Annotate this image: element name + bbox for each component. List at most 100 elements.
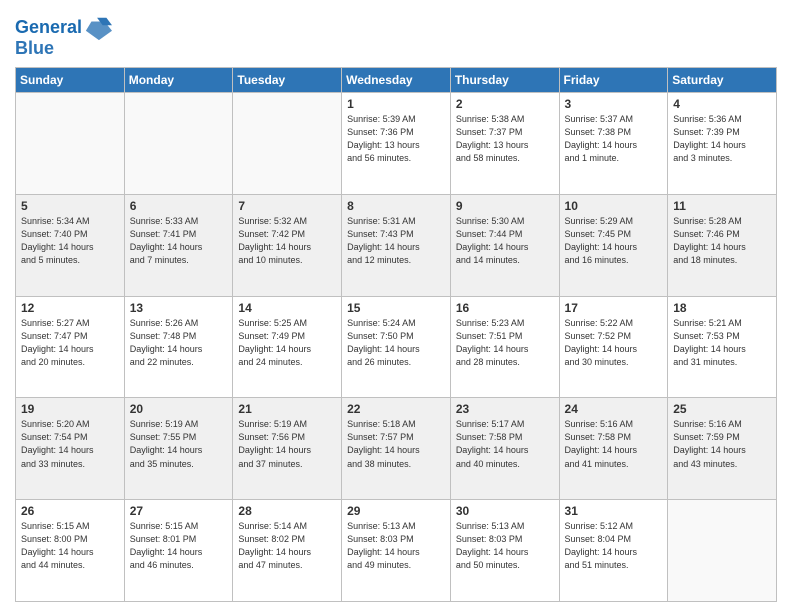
logo-icon: [84, 14, 112, 42]
day-info: Sunrise: 5:23 AM Sunset: 7:51 PM Dayligh…: [456, 317, 554, 369]
calendar-day-header: Wednesday: [342, 68, 451, 93]
calendar: SundayMondayTuesdayWednesdayThursdayFrid…: [15, 67, 777, 602]
day-number: 31: [565, 504, 663, 518]
calendar-day-header: Thursday: [450, 68, 559, 93]
day-number: 14: [238, 301, 336, 315]
day-info: Sunrise: 5:28 AM Sunset: 7:46 PM Dayligh…: [673, 215, 771, 267]
day-number: 12: [21, 301, 119, 315]
day-info: Sunrise: 5:29 AM Sunset: 7:45 PM Dayligh…: [565, 215, 663, 267]
day-info: Sunrise: 5:16 AM Sunset: 7:59 PM Dayligh…: [673, 418, 771, 470]
day-number: 30: [456, 504, 554, 518]
day-info: Sunrise: 5:13 AM Sunset: 8:03 PM Dayligh…: [347, 520, 445, 572]
calendar-cell: 14 Sunrise: 5:25 AM Sunset: 7:49 PM Dayli…: [233, 296, 342, 398]
day-info: Sunrise: 5:16 AM Sunset: 7:58 PM Dayligh…: [565, 418, 663, 470]
day-info: Sunrise: 5:36 AM Sunset: 7:39 PM Dayligh…: [673, 113, 771, 165]
day-number: 21: [238, 402, 336, 416]
day-info: Sunrise: 5:38 AM Sunset: 7:37 PM Dayligh…: [456, 113, 554, 165]
day-number: 29: [347, 504, 445, 518]
day-number: 20: [130, 402, 228, 416]
logo-text: General: [15, 18, 82, 38]
day-info: Sunrise: 5:32 AM Sunset: 7:42 PM Dayligh…: [238, 215, 336, 267]
day-info: Sunrise: 5:30 AM Sunset: 7:44 PM Dayligh…: [456, 215, 554, 267]
day-number: 27: [130, 504, 228, 518]
calendar-cell: 21 Sunrise: 5:19 AM Sunset: 7:56 PM Dayli…: [233, 398, 342, 500]
day-number: 6: [130, 199, 228, 213]
calendar-cell: 4 Sunrise: 5:36 AM Sunset: 7:39 PM Daylig…: [668, 93, 777, 195]
calendar-cell: 3 Sunrise: 5:37 AM Sunset: 7:38 PM Daylig…: [559, 93, 668, 195]
day-number: 22: [347, 402, 445, 416]
calendar-cell: 20 Sunrise: 5:19 AM Sunset: 7:55 PM Dayli…: [124, 398, 233, 500]
calendar-cell: 5 Sunrise: 5:34 AM Sunset: 7:40 PM Daylig…: [16, 194, 125, 296]
calendar-cell: 6 Sunrise: 5:33 AM Sunset: 7:41 PM Daylig…: [124, 194, 233, 296]
calendar-cell: [16, 93, 125, 195]
calendar-cell: 25 Sunrise: 5:16 AM Sunset: 7:59 PM Dayli…: [668, 398, 777, 500]
logo: General Blue: [15, 14, 112, 59]
calendar-cell: 28Sunrise: 5:14 AM Sunset: 8:02 PM Dayli…: [233, 500, 342, 602]
calendar-day-header: Sunday: [16, 68, 125, 93]
calendar-day-header: Saturday: [668, 68, 777, 93]
calendar-cell: 16 Sunrise: 5:23 AM Sunset: 7:51 PM Dayli…: [450, 296, 559, 398]
day-info: Sunrise: 5:15 AM Sunset: 8:00 PM Dayligh…: [21, 520, 119, 572]
calendar-day-header: Friday: [559, 68, 668, 93]
day-info: Sunrise: 5:12 AM Sunset: 8:04 PM Dayligh…: [565, 520, 663, 572]
calendar-cell: [124, 93, 233, 195]
calendar-cell: [233, 93, 342, 195]
day-number: 25: [673, 402, 771, 416]
day-number: 17: [565, 301, 663, 315]
day-info: Sunrise: 5:19 AM Sunset: 7:56 PM Dayligh…: [238, 418, 336, 470]
calendar-cell: 31 Sunrise: 5:12 AM Sunset: 8:04 PM Dayli…: [559, 500, 668, 602]
day-number: 16: [456, 301, 554, 315]
calendar-cell: [668, 500, 777, 602]
day-number: 19: [21, 402, 119, 416]
calendar-day-header: Tuesday: [233, 68, 342, 93]
day-number: 13: [130, 301, 228, 315]
day-number: 4: [673, 97, 771, 111]
calendar-cell: 17 Sunrise: 5:22 AM Sunset: 7:52 PM Dayli…: [559, 296, 668, 398]
day-info: Sunrise: 5:19 AM Sunset: 7:55 PM Dayligh…: [130, 418, 228, 470]
calendar-cell: 24 Sunrise: 5:16 AM Sunset: 7:58 PM Dayli…: [559, 398, 668, 500]
calendar-cell: 9 Sunrise: 5:30 AM Sunset: 7:44 PM Daylig…: [450, 194, 559, 296]
day-info: Sunrise: 5:25 AM Sunset: 7:49 PM Dayligh…: [238, 317, 336, 369]
day-info: Sunrise: 5:22 AM Sunset: 7:52 PM Dayligh…: [565, 317, 663, 369]
day-info: Sunrise: 5:26 AM Sunset: 7:48 PM Dayligh…: [130, 317, 228, 369]
calendar-cell: 13 Sunrise: 5:26 AM Sunset: 7:48 PM Dayli…: [124, 296, 233, 398]
calendar-header-row: SundayMondayTuesdayWednesdayThursdayFrid…: [16, 68, 777, 93]
calendar-cell: 26 Sunrise: 5:15 AM Sunset: 8:00 PM Dayli…: [16, 500, 125, 602]
calendar-cell: 30 Sunrise: 5:13 AM Sunset: 8:03 PM Dayli…: [450, 500, 559, 602]
calendar-cell: 7 Sunrise: 5:32 AM Sunset: 7:42 PM Daylig…: [233, 194, 342, 296]
day-number: 9: [456, 199, 554, 213]
day-number: 26: [21, 504, 119, 518]
header: General Blue: [15, 10, 777, 59]
calendar-cell: 19Sunrise: 5:20 AM Sunset: 7:54 PM Dayli…: [16, 398, 125, 500]
calendar-cell: 27 Sunrise: 5:15 AM Sunset: 8:01 PM Dayli…: [124, 500, 233, 602]
day-number: 7: [238, 199, 336, 213]
day-info: Sunrise: 5:31 AM Sunset: 7:43 PM Dayligh…: [347, 215, 445, 267]
day-number: 15: [347, 301, 445, 315]
day-info: Sunrise: 5:37 AM Sunset: 7:38 PM Dayligh…: [565, 113, 663, 165]
calendar-cell: 22 Sunrise: 5:18 AM Sunset: 7:57 PM Dayli…: [342, 398, 451, 500]
calendar-cell: 2Sunrise: 5:38 AM Sunset: 7:37 PM Daylig…: [450, 93, 559, 195]
day-number: 23: [456, 402, 554, 416]
calendar-day-header: Monday: [124, 68, 233, 93]
day-info: Sunrise: 5:17 AM Sunset: 7:58 PM Dayligh…: [456, 418, 554, 470]
day-info: Sunrise: 5:21 AM Sunset: 7:53 PM Dayligh…: [673, 317, 771, 369]
calendar-cell: 15 Sunrise: 5:24 AM Sunset: 7:50 PM Dayli…: [342, 296, 451, 398]
calendar-cell: 29 Sunrise: 5:13 AM Sunset: 8:03 PM Dayli…: [342, 500, 451, 602]
day-info: Sunrise: 5:13 AM Sunset: 8:03 PM Dayligh…: [456, 520, 554, 572]
day-info: Sunrise: 5:33 AM Sunset: 7:41 PM Dayligh…: [130, 215, 228, 267]
day-number: 18: [673, 301, 771, 315]
calendar-cell: 10 Sunrise: 5:29 AM Sunset: 7:45 PM Dayli…: [559, 194, 668, 296]
day-number: 3: [565, 97, 663, 111]
day-number: 24: [565, 402, 663, 416]
day-info: Sunrise: 5:15 AM Sunset: 8:01 PM Dayligh…: [130, 520, 228, 572]
day-info: Sunrise: 5:34 AM Sunset: 7:40 PM Dayligh…: [21, 215, 119, 267]
day-info: Sunrise: 5:39 AM Sunset: 7:36 PM Dayligh…: [347, 113, 445, 165]
day-info: Sunrise: 5:24 AM Sunset: 7:50 PM Dayligh…: [347, 317, 445, 369]
day-number: 5: [21, 199, 119, 213]
day-info: Sunrise: 5:18 AM Sunset: 7:57 PM Dayligh…: [347, 418, 445, 470]
calendar-cell: 12Sunrise: 5:27 AM Sunset: 7:47 PM Dayli…: [16, 296, 125, 398]
day-number: 28: [238, 504, 336, 518]
calendar-cell: 18 Sunrise: 5:21 AM Sunset: 7:53 PM Dayli…: [668, 296, 777, 398]
day-number: 10: [565, 199, 663, 213]
day-number: 11: [673, 199, 771, 213]
